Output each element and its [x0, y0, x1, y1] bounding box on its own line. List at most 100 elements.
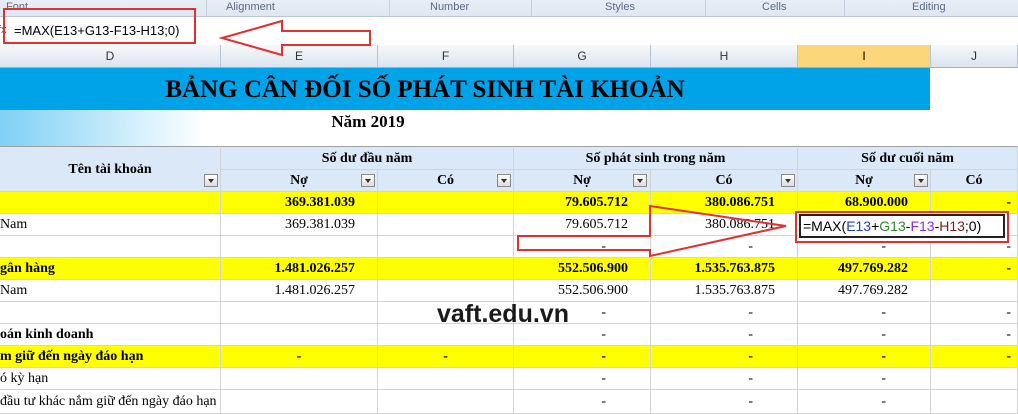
cell-g-row2[interactable]: - — [514, 236, 651, 258]
header-h-credit[interactable]: Có — [651, 170, 798, 192]
cell-h-row6[interactable]: - — [651, 324, 798, 346]
cell-h-row4[interactable]: 1.535.763.875 — [651, 280, 798, 302]
cell-e-row3[interactable]: 1.481.026.257 — [221, 258, 378, 280]
column-header-g[interactable]: G — [514, 45, 651, 67]
formula-ref: E13 — [846, 218, 872, 234]
column-header-e[interactable]: E — [221, 45, 378, 67]
header-account-name[interactable]: Tên tài khoản — [0, 146, 221, 192]
filter-dropdown-g[interactable] — [633, 174, 647, 187]
cell-g-row7[interactable]: - — [514, 346, 651, 368]
cell-h-row1[interactable]: 380.086.751 — [651, 214, 798, 236]
cell-f-row1[interactable] — [378, 214, 514, 236]
header-opening-balance[interactable]: Số dư đầu năm — [221, 146, 514, 170]
formula-refs: E13+G13-F13-H13 — [846, 218, 965, 234]
cell-h-row7[interactable]: - — [651, 346, 798, 368]
watermark-text: vaft.edu.vn — [437, 300, 569, 328]
header-period-movement[interactable]: Số phát sinh trong năm — [514, 146, 798, 170]
cell-e-row8[interactable] — [221, 368, 378, 390]
cell-f-row8[interactable] — [378, 368, 514, 390]
cell-i-row4[interactable]: 497.769.282 — [798, 280, 931, 302]
column-header-d[interactable]: D — [0, 45, 221, 67]
cell-h-row3[interactable]: 1.535.763.875 — [651, 258, 798, 280]
ribbon-group-styles[interactable]: Styles — [605, 1, 635, 13]
active-cell-editor[interactable]: =MAX(E13+G13-F13-H13;0) — [799, 214, 1005, 238]
cell-name-row9[interactable]: đầu tư khác nắm giữ đến ngày đáo hạn — [0, 390, 221, 414]
cell-f-row3[interactable] — [378, 258, 514, 280]
cell-e-row1[interactable]: 369.381.039 — [221, 214, 378, 236]
header-i-debit[interactable]: Nợ — [798, 170, 931, 192]
cell-g-row0[interactable]: 79.605.712 — [514, 192, 651, 214]
cell-name-row8[interactable]: ó kỳ hạn — [0, 368, 221, 390]
column-header-f[interactable]: F — [378, 45, 514, 67]
cell-h-row5[interactable]: - — [651, 302, 798, 324]
cell-f-row9[interactable] — [378, 390, 514, 414]
ribbon-group-editing[interactable]: Editing — [912, 1, 946, 13]
formula-ref: H13 — [939, 218, 965, 234]
cell-i-row8[interactable]: - — [798, 368, 931, 390]
cell-e-row9[interactable] — [221, 390, 378, 414]
filter-dropdown-e[interactable] — [361, 174, 375, 187]
filter-dropdown-i[interactable] — [914, 174, 928, 187]
cell-i-row9[interactable]: - — [798, 390, 931, 414]
ribbon-group-number[interactable]: Number — [430, 1, 469, 13]
cell-e-row0[interactable]: 369.381.039 — [221, 192, 378, 214]
cell-i-row3[interactable]: 497.769.282 — [798, 258, 931, 280]
filter-dropdown-d[interactable] — [204, 174, 218, 187]
cell-g-row4[interactable]: 552.506.900 — [514, 280, 651, 302]
formula-prefix: =MAX( — [803, 218, 847, 234]
cell-e-row6[interactable] — [221, 324, 378, 346]
column-header-i[interactable]: I — [798, 45, 931, 67]
header-f-credit[interactable]: Có — [378, 170, 514, 192]
column-header-j[interactable]: J — [931, 45, 1018, 67]
cell-f-row4[interactable] — [378, 280, 514, 302]
cell-g-row9[interactable]: - — [514, 390, 651, 414]
cell-e-row7[interactable]: - — [221, 346, 378, 368]
cell-h-row2[interactable]: - — [651, 236, 798, 258]
cell-name-row3[interactable]: gân hàng — [0, 258, 221, 280]
cell-f-row7[interactable]: - — [378, 346, 514, 368]
column-header-h[interactable]: H — [651, 45, 798, 67]
cell-g-row3[interactable]: 552.506.900 — [514, 258, 651, 280]
cell-h-row0[interactable]: 380.086.751 — [651, 192, 798, 214]
annotation-box-formula — [3, 8, 196, 44]
cell-e-row5[interactable] — [221, 302, 378, 324]
cell-e-row4[interactable]: 1.481.026.257 — [221, 280, 378, 302]
cell-j-row5[interactable]: - — [931, 302, 1018, 324]
cell-i-row6[interactable]: - — [798, 324, 931, 346]
filter-dropdown-h[interactable] — [781, 174, 795, 187]
cell-name-row1[interactable]: Nam — [0, 214, 221, 236]
cell-name-row2[interactable] — [0, 236, 221, 258]
header-closing-balance[interactable]: Số dư cuối năm — [798, 146, 1018, 170]
cell-name-row6[interactable]: oán kinh doanh — [0, 324, 221, 346]
cell-name-row7[interactable]: m giữ đến ngày đáo hạn — [0, 346, 221, 368]
header-j-credit[interactable]: Có — [931, 170, 1018, 192]
ribbon-group-cells[interactable]: Cells — [762, 1, 786, 13]
header-e-debit[interactable]: Nợ — [221, 170, 378, 192]
formula-ref: F13 — [910, 218, 935, 234]
header-g-debit[interactable]: Nợ — [514, 170, 651, 192]
cell-h-row8[interactable]: - — [651, 368, 798, 390]
cell-name-row0[interactable] — [0, 192, 221, 214]
cell-j-row3[interactable]: - — [931, 258, 1018, 280]
sheet-title: BẢNG CÂN ĐỐI SỐ PHÁT SINH TÀI KHOẢN — [165, 76, 685, 103]
cell-e-row2[interactable] — [221, 236, 378, 258]
cell-i-row5[interactable]: - — [798, 302, 931, 324]
cell-f-row2[interactable] — [378, 236, 514, 258]
cell-g-row1[interactable]: 79.605.712 — [514, 214, 651, 236]
cell-i-row7[interactable]: - — [798, 346, 931, 368]
cell-h-row9[interactable]: - — [651, 390, 798, 414]
column-headers: D E F G H I J — [0, 45, 1018, 68]
ribbon-group-alignment[interactable]: Alignment — [226, 1, 275, 13]
cell-f-row0[interactable] — [378, 192, 514, 214]
formula-ref: G13 — [879, 218, 906, 234]
cell-j-row8[interactable] — [931, 368, 1018, 390]
cell-g-row8[interactable]: - — [514, 368, 651, 390]
cell-j-row7[interactable]: - — [931, 346, 1018, 368]
cell-name-row5[interactable] — [0, 302, 221, 324]
cell-name-row4[interactable]: Nam — [0, 280, 221, 302]
formula-suffix: ;0) — [964, 218, 982, 234]
filter-dropdown-f[interactable] — [497, 174, 511, 187]
cell-j-row9[interactable] — [931, 390, 1018, 414]
cell-j-row6[interactable]: - — [931, 324, 1018, 346]
cell-j-row4[interactable] — [931, 280, 1018, 302]
